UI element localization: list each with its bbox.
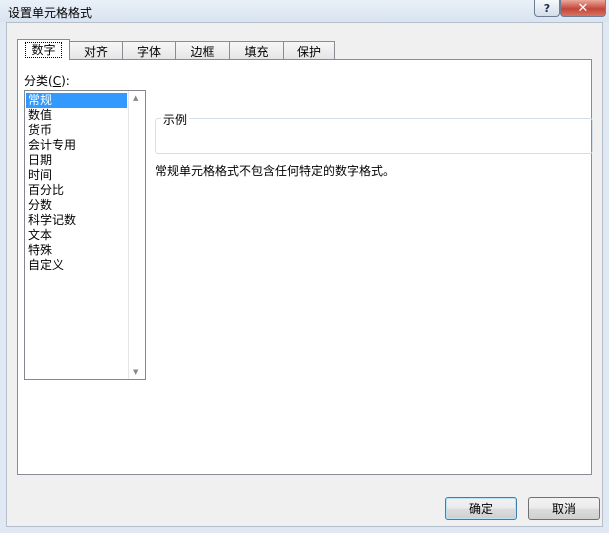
list-item-time[interactable]: 时间: [26, 168, 127, 183]
ok-button[interactable]: 确定: [445, 497, 517, 520]
close-icon: ✕: [577, 0, 589, 16]
close-button[interactable]: ✕: [560, 0, 606, 17]
list-item-scientific[interactable]: 科学记数: [26, 213, 127, 228]
category-label: 分类(C):: [24, 74, 70, 88]
tab-number-label: 数字: [25, 42, 62, 58]
tab-number[interactable]: 数字: [17, 39, 70, 60]
tab-font[interactable]: 字体: [122, 41, 176, 60]
category-listbox[interactable]: 常规 数值 货币 会计专用 日期 时间 百分比 分数 科学记数 文本 特殊 自定…: [24, 90, 146, 380]
tab-fill[interactable]: 填充: [229, 41, 284, 60]
window-title: 设置单元格格式: [8, 6, 93, 20]
list-item-date[interactable]: 日期: [26, 153, 127, 168]
tab-alignment[interactable]: 对齐: [69, 41, 123, 60]
dialog-body: 数字 对齐 字体 边框 填充 保护 分类(C): 常规 数值 货币 会计专用 日…: [6, 22, 603, 527]
title-bar: 设置单元格格式 ? ✕: [0, 0, 609, 22]
cancel-button-label: 取消: [551, 502, 576, 516]
scroll-down-icon[interactable]: ▼: [133, 368, 138, 376]
category-list: 常规 数值 货币 会计专用 日期 时间 百分比 分数 科学记数 文本 特殊 自定…: [26, 93, 127, 273]
tab-strip: 数字 对齐 字体 边框 填充 保护: [17, 39, 335, 60]
tab-protection[interactable]: 保护: [283, 41, 335, 60]
list-item-text[interactable]: 文本: [26, 228, 127, 243]
tab-border-label: 边框: [190, 44, 215, 59]
ok-button-label: 确定: [468, 502, 493, 516]
tab-font-label: 字体: [136, 44, 161, 59]
tab-panel-number: 分类(C): 常规 数值 货币 会计专用 日期 时间 百分比 分数 科学记数 文…: [17, 59, 593, 475]
list-item-custom[interactable]: 自定义: [26, 258, 127, 273]
list-item-general[interactable]: 常规: [26, 93, 127, 108]
cancel-button[interactable]: 取消: [528, 497, 600, 520]
help-button[interactable]: ?: [534, 0, 560, 17]
tab-border[interactable]: 边框: [175, 41, 230, 60]
format-description: 常规单元格格式不包含任何特定的数字格式。: [155, 164, 396, 178]
sample-group: 示例: [155, 111, 593, 154]
help-icon: ?: [543, 1, 551, 15]
list-item-number[interactable]: 数值: [26, 108, 127, 123]
category-scrollbar[interactable]: ▲ ▼: [128, 91, 145, 379]
tab-protection-label: 保护: [296, 44, 321, 59]
tab-alignment-label: 对齐: [83, 44, 108, 59]
list-item-percentage[interactable]: 百分比: [26, 183, 127, 198]
scroll-up-icon[interactable]: ▲: [133, 94, 138, 102]
list-item-accounting[interactable]: 会计专用: [26, 138, 127, 153]
sample-legend: 示例: [161, 111, 190, 128]
list-item-special[interactable]: 特殊: [26, 243, 127, 258]
tab-fill-label: 填充: [244, 44, 269, 59]
list-item-fraction[interactable]: 分数: [26, 198, 127, 213]
list-item-currency[interactable]: 货币: [26, 123, 127, 138]
